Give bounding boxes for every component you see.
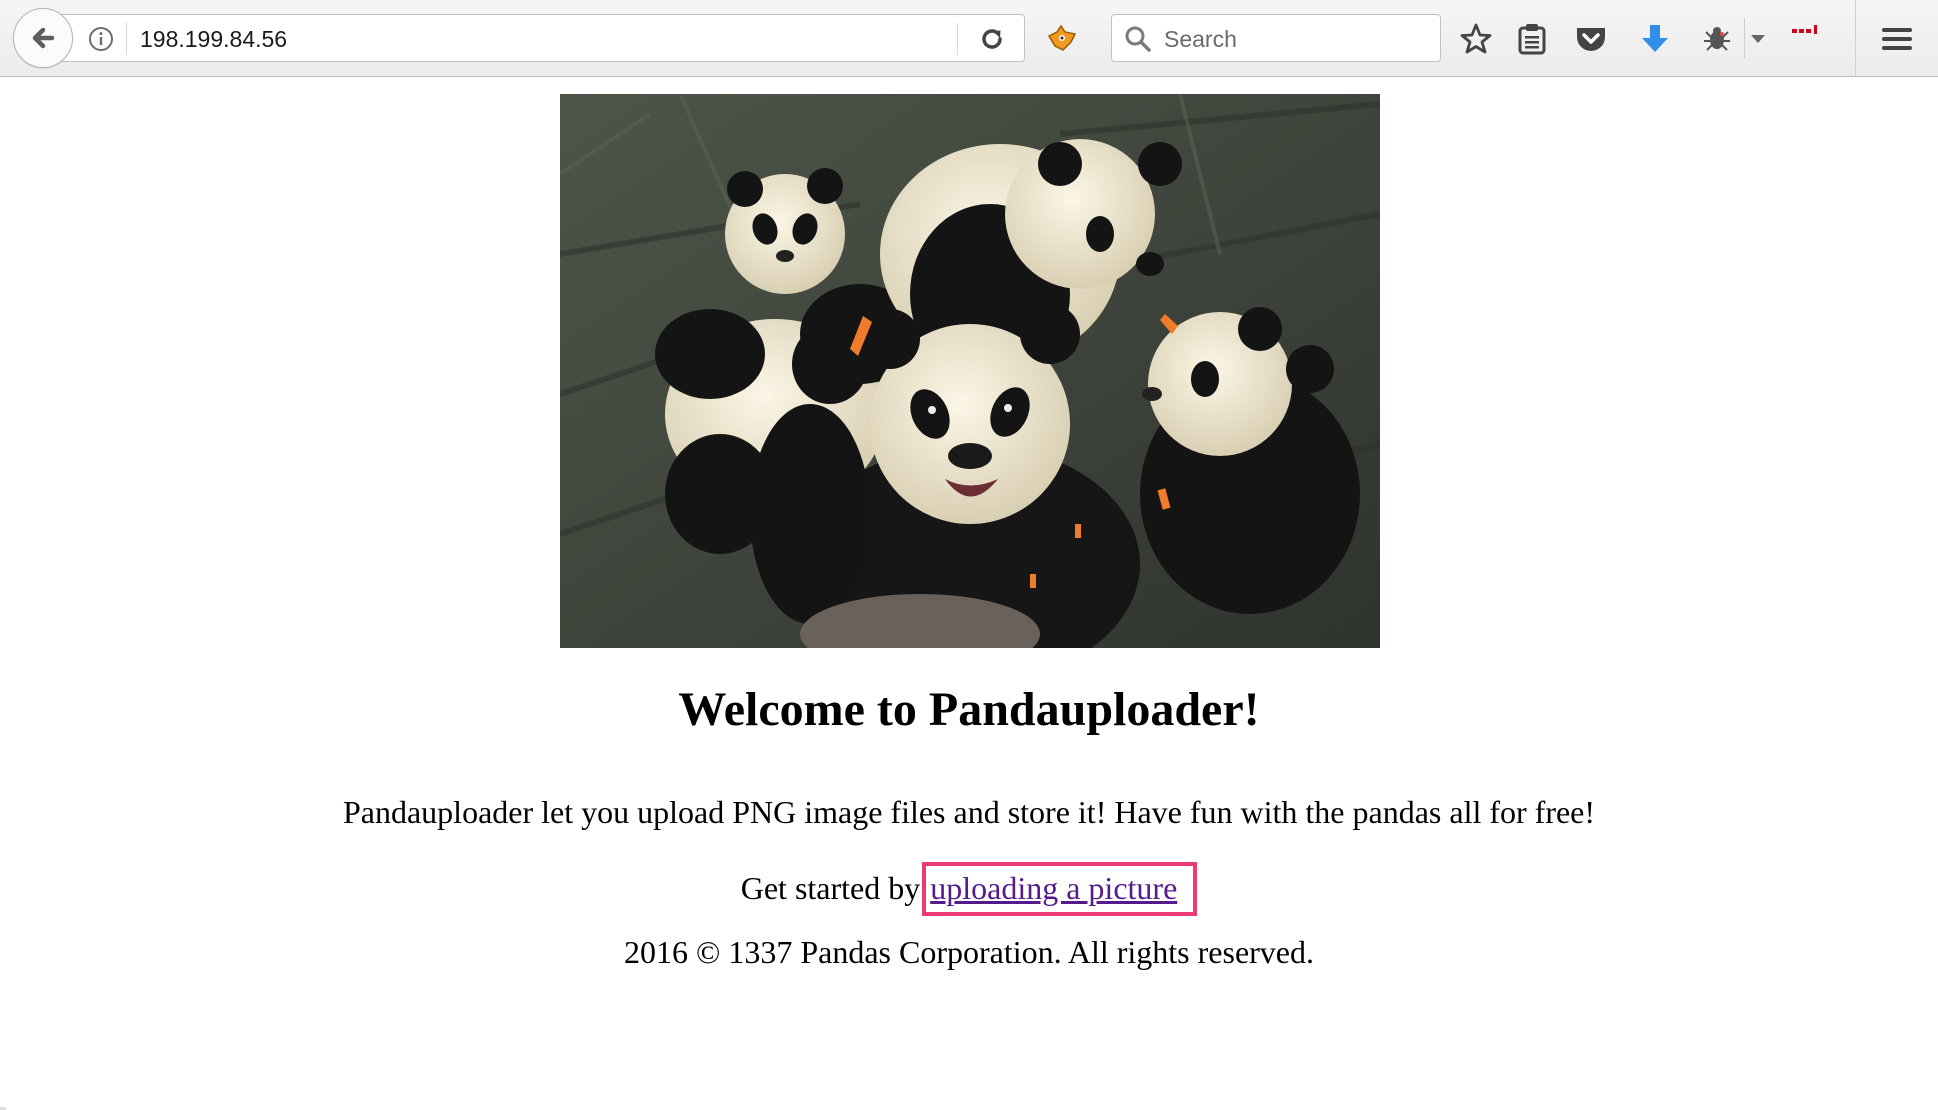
- more-dots-icon[interactable]: [1787, 12, 1825, 50]
- page-title: Welcome to Pandauploader!: [678, 683, 1260, 736]
- description-text: Pandauploader let you upload PNG image f…: [342, 794, 1596, 830]
- hamburger-menu-icon[interactable]: [1878, 20, 1916, 58]
- highlight-box: uploading a picture: [922, 862, 1198, 916]
- bug-icon[interactable]: [1698, 20, 1736, 58]
- url-text[interactable]: 198.199.84.56: [140, 25, 287, 53]
- chevron-down-icon[interactable]: [1743, 20, 1773, 58]
- info-icon[interactable]: [88, 26, 114, 52]
- back-button[interactable]: [13, 8, 73, 68]
- get-started-prefix: Get started by: [740, 870, 921, 906]
- browser-toolbar: 198.199.84.56 Search: [0, 0, 1938, 77]
- reload-icon: [982, 29, 1002, 49]
- search-icon: [1125, 26, 1151, 52]
- back-arrow-icon: [32, 27, 55, 49]
- hero-panda-image: [560, 94, 1380, 648]
- url-divider: [957, 23, 958, 55]
- page-content: Welcome to Pandauploader! Pandauploader …: [0, 77, 1938, 1110]
- url-divider: [126, 23, 127, 55]
- address-bar[interactable]: 198.199.84.56: [60, 14, 1025, 62]
- reload-button[interactable]: [972, 23, 1012, 55]
- clipboard-icon[interactable]: [1513, 20, 1551, 58]
- fox-extension-icon[interactable]: [1045, 22, 1079, 56]
- toolbar-divider: [1855, 0, 1856, 77]
- upload-picture-link[interactable]: uploading a picture: [930, 870, 1177, 906]
- search-placeholder: Search: [1164, 26, 1237, 52]
- search-bar[interactable]: Search: [1111, 14, 1441, 62]
- pocket-icon[interactable]: [1572, 20, 1610, 58]
- download-arrow-icon[interactable]: [1636, 20, 1674, 58]
- star-icon[interactable]: [1457, 20, 1495, 58]
- get-started-line: Get started by uploading a picture: [0, 862, 1938, 916]
- footer-copyright: 2016 © 1337 Pandas Corporation. All righ…: [624, 934, 1314, 970]
